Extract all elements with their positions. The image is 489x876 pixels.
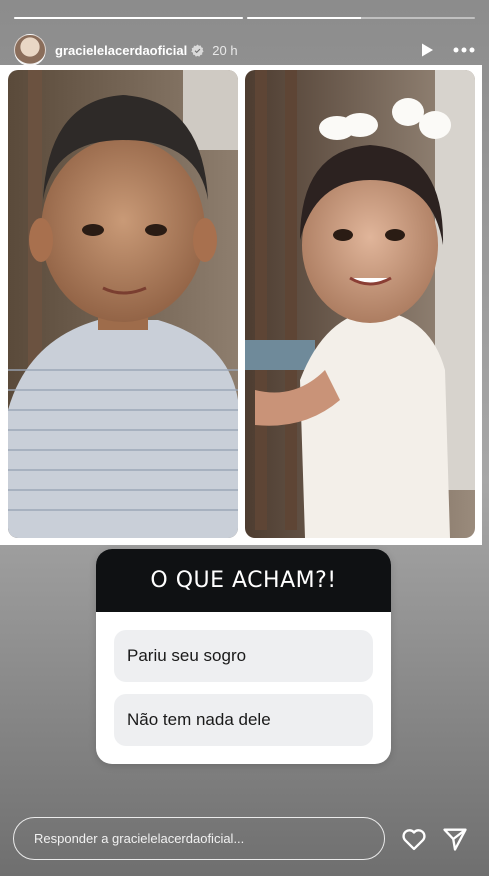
photo-girl [245,70,475,538]
verified-badge-icon [191,44,204,57]
story-photo [0,65,482,545]
progress-segment-1 [14,17,243,19]
avatar[interactable] [14,34,46,66]
more-options-icon[interactable] [453,47,475,53]
progress-segment-2 [246,17,475,19]
poll-option-1[interactable]: Pariu seu sogro [114,630,373,682]
heart-icon[interactable] [400,825,428,853]
story-header: gracielelacerdaoficial 20 h [14,33,475,67]
post-time: 20 h [212,42,238,58]
poll-sticker: O QUE ACHAM?! Pariu seu sogro Não tem na… [96,549,391,764]
poll-question: O QUE ACHAM?! [96,549,391,612]
poll-option-2[interactable]: Não tem nada dele [114,694,373,746]
photo-boy [8,70,238,538]
story-progress [14,17,475,20]
reply-input[interactable]: Responder a gracielelacerdaoficial... [13,817,385,860]
play-icon[interactable] [419,42,435,58]
send-icon[interactable] [441,825,469,853]
username[interactable]: gracielelacerdaoficial [55,43,187,58]
